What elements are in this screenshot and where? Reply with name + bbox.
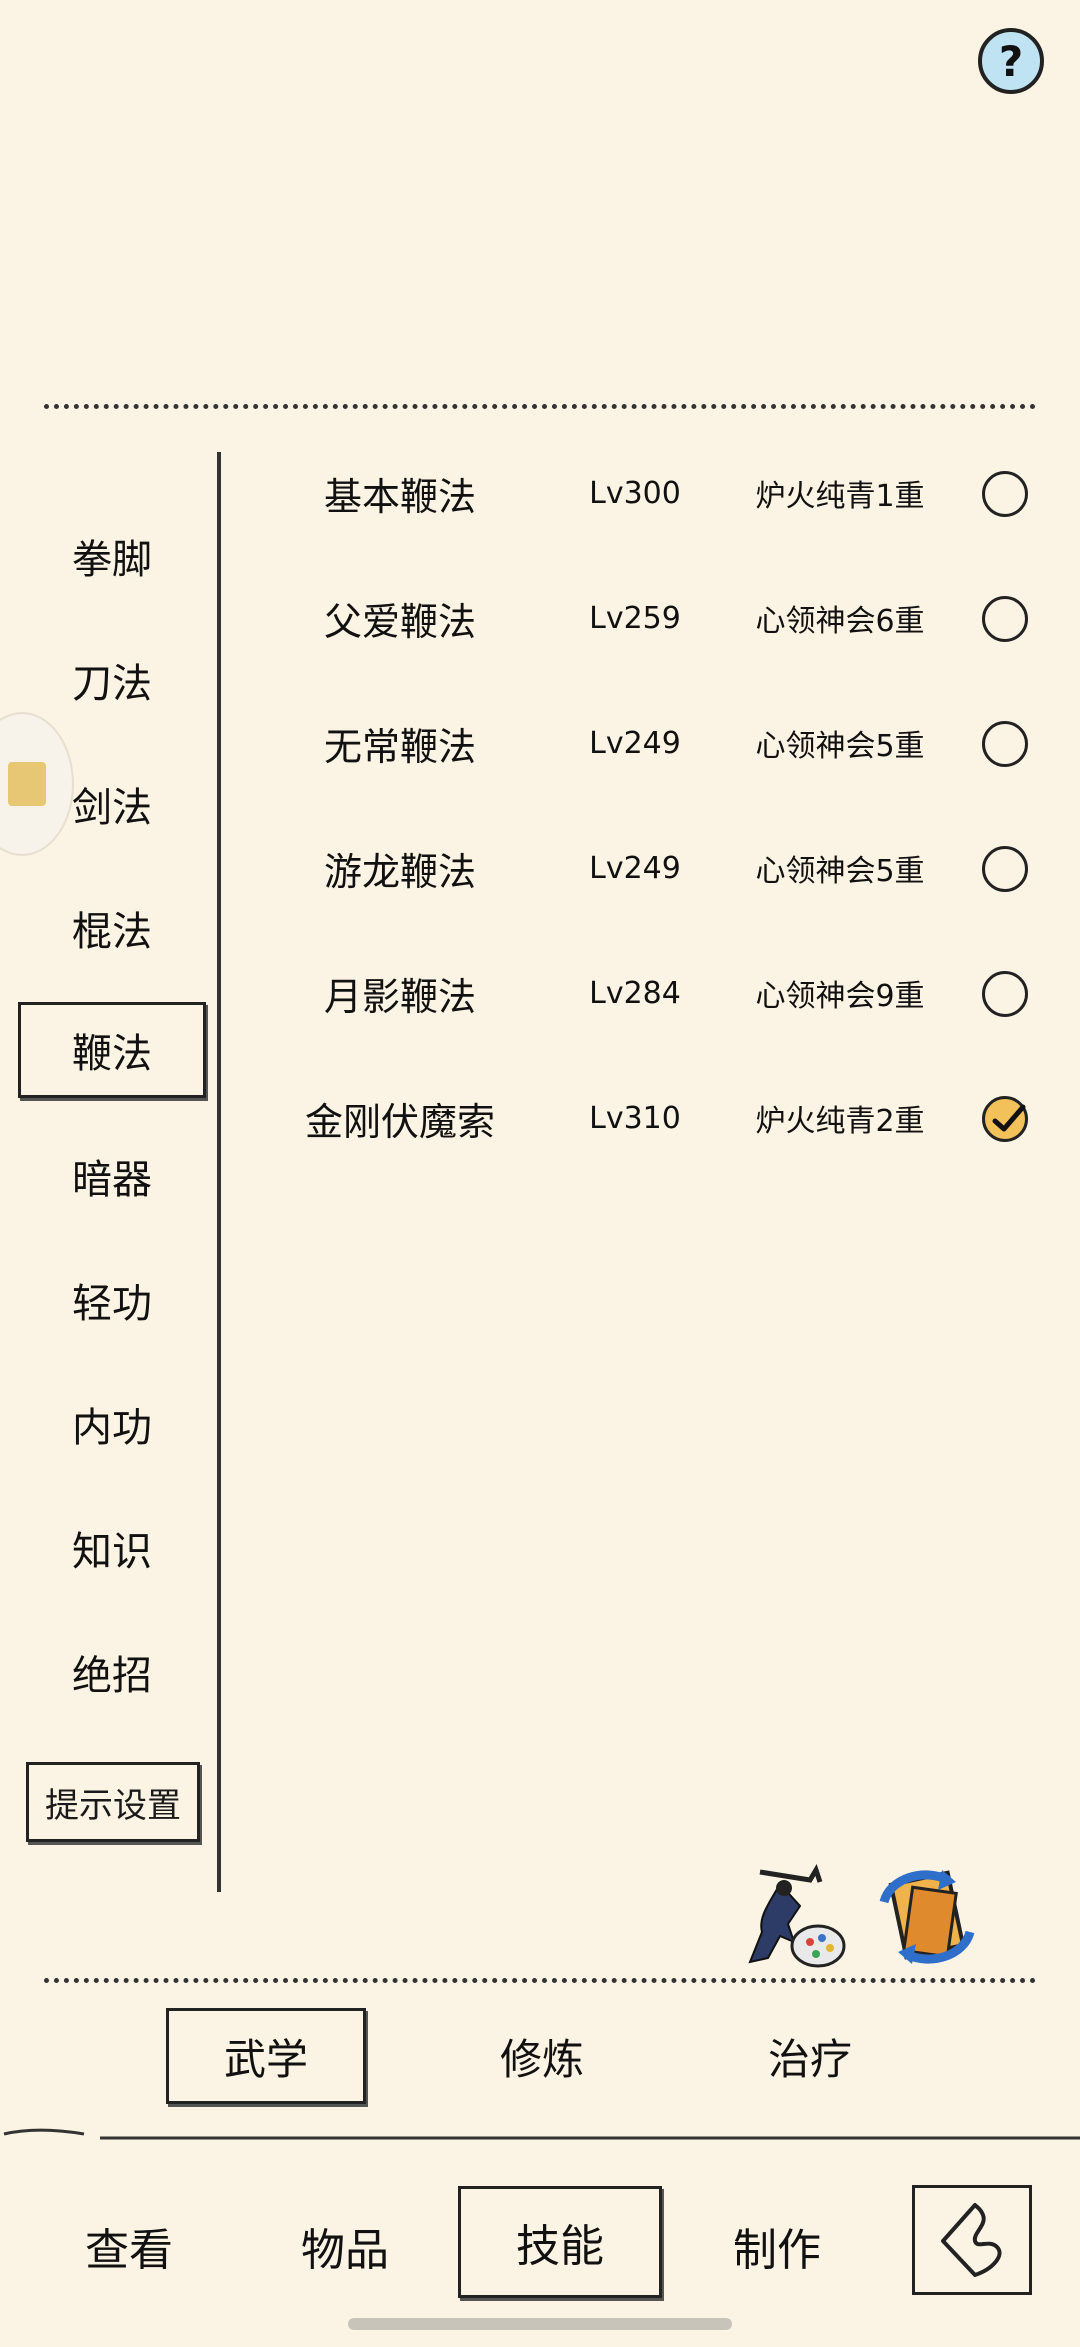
tab-zhizuo[interactable]: 制作 (682, 2196, 872, 2296)
skill-level: Lv300 (589, 475, 681, 511)
back-button[interactable] (912, 2185, 1032, 2295)
skill-name: 金刚伏魔索 (304, 1099, 495, 1144)
skill-name: 无常鞭法 (323, 724, 476, 769)
skill-select-radio-checked[interactable] (982, 1096, 1028, 1142)
category-item-daofa[interactable]: 刀法 (18, 632, 206, 728)
skill-level: Lv284 (589, 975, 681, 1011)
tab-wuxue[interactable]: 武学 (166, 2008, 366, 2104)
skill-name: 游龙鞭法 (323, 849, 476, 894)
skill-rank: 心领神会5重 (755, 854, 925, 889)
skill-select-radio[interactable] (982, 471, 1028, 517)
skill-rank: 炉火纯青2重 (755, 1104, 925, 1139)
skill-select-radio[interactable] (982, 846, 1028, 892)
category-item-neigong[interactable]: 内功 (18, 1376, 206, 1472)
book-swap-icon[interactable] (872, 1862, 982, 1972)
tab-jineng[interactable]: 技能 (458, 2186, 662, 2298)
skill-select-radio[interactable] (982, 971, 1028, 1017)
category-item-qinggong[interactable]: 轻功 (18, 1252, 206, 1348)
back-arrow-icon (941, 2203, 1002, 2277)
bottom-section-divider (44, 1978, 1036, 1983)
help-button[interactable]: ? (978, 28, 1044, 94)
home-indicator[interactable] (348, 2318, 732, 2330)
tab-chakan[interactable]: 查看 (34, 2196, 224, 2296)
sidebar-divider (217, 452, 221, 1892)
category-item-zhishi[interactable]: 知识 (18, 1500, 206, 1596)
skill-level: Lv310 (589, 1100, 681, 1136)
category-item-juezhao[interactable]: 绝招 (18, 1624, 206, 1720)
category-item-gunfa[interactable]: 棍法 (18, 880, 206, 976)
skill-rank: 心领神会6重 (755, 604, 925, 639)
top-divider (44, 404, 1036, 409)
tab-xiulian[interactable]: 修炼 (442, 2008, 642, 2104)
checkmark-icon (992, 1104, 1026, 1132)
skill-level: Lv249 (589, 725, 681, 761)
tab-zhiliao[interactable]: 治疗 (710, 2008, 910, 2104)
skill-select-radio[interactable] (982, 596, 1028, 642)
brush-divider (0, 2124, 1080, 2148)
help-icon: ? (998, 36, 1024, 86)
skill-row[interactable]: 月影鞭法 Lv284 心领神会9重 (230, 948, 1050, 1038)
skill-level: Lv249 (589, 850, 681, 886)
category-item-anqi[interactable]: 暗器 (18, 1128, 206, 1224)
hint-settings-button[interactable]: 提示设置 (26, 1762, 200, 1842)
skill-level: Lv259 (589, 600, 681, 636)
skill-rank: 炉火纯青1重 (755, 479, 925, 514)
category-item-quanjiao[interactable]: 拳脚 (18, 508, 206, 604)
skill-row[interactable]: 父爱鞭法 Lv259 心领神会6重 (230, 573, 1050, 663)
skill-rank: 心领神会5重 (755, 729, 925, 764)
skill-name: 月影鞭法 (323, 974, 476, 1019)
skill-row[interactable]: 游龙鞭法 Lv249 心领神会5重 (230, 823, 1050, 913)
skill-name: 父爱鞭法 (323, 599, 476, 644)
skill-row[interactable]: 金刚伏魔索 Lv310 炉火纯青2重 (230, 1073, 1050, 1163)
skill-name: 基本鞭法 (323, 474, 476, 519)
tab-wupin[interactable]: 物品 (250, 2196, 440, 2296)
skill-row[interactable]: 基本鞭法 Lv300 炉火纯青1重 (230, 448, 1050, 538)
category-item-bianfa[interactable]: 鞭法 (18, 1002, 206, 1098)
skill-row[interactable]: 无常鞭法 Lv249 心领神会5重 (230, 698, 1050, 788)
martial-artist-palette-icon[interactable] (740, 1862, 848, 1970)
category-item-jianfa[interactable]: 剑法 (18, 756, 206, 852)
skill-select-radio[interactable] (982, 721, 1028, 767)
skill-rank: 心领神会9重 (755, 979, 925, 1014)
